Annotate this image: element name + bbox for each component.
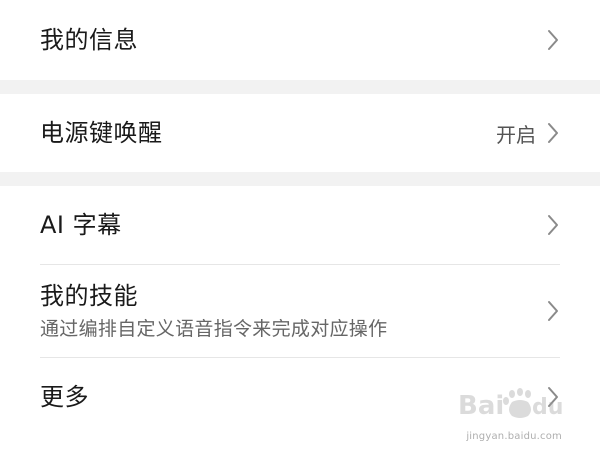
more-row[interactable]: 更多: [0, 358, 600, 436]
chevron-right-icon: [548, 387, 558, 407]
chevron-right-icon: [548, 123, 558, 143]
chevron-right-icon: [548, 301, 558, 321]
power-key-wakeup-value: 开启: [496, 122, 536, 147]
watermark-text: jingyan.baidu.com: [466, 431, 562, 442]
my-skills-row[interactable]: 我的技能 通过编排自定义语音指令来完成对应操作: [0, 265, 600, 357]
settings-group-2: 电源键唤醒 开启: [0, 94, 600, 172]
my-info-row[interactable]: 我的信息: [0, 0, 600, 80]
ai-subtitles-title: AI 字幕: [40, 211, 122, 239]
settings-group-3: AI 字幕 我的技能 通过编排自定义语音指令来完成对应操作 更多: [0, 186, 600, 436]
chevron-right-icon: [548, 215, 558, 235]
power-key-wakeup-title: 电源键唤醒: [40, 119, 163, 147]
my-skills-subtitle: 通过编排自定义语音指令来完成对应操作: [40, 318, 388, 340]
my-skills-title: 我的技能: [40, 282, 138, 310]
settings-group-1: 我的信息: [0, 0, 600, 80]
section-gap: [0, 80, 600, 94]
more-title: 更多: [40, 383, 89, 411]
power-key-wakeup-row[interactable]: 电源键唤醒 开启: [0, 94, 600, 172]
my-info-title: 我的信息: [40, 26, 138, 54]
ai-subtitles-row[interactable]: AI 字幕: [0, 186, 600, 264]
chevron-right-icon: [548, 30, 558, 50]
section-gap: [0, 172, 600, 186]
